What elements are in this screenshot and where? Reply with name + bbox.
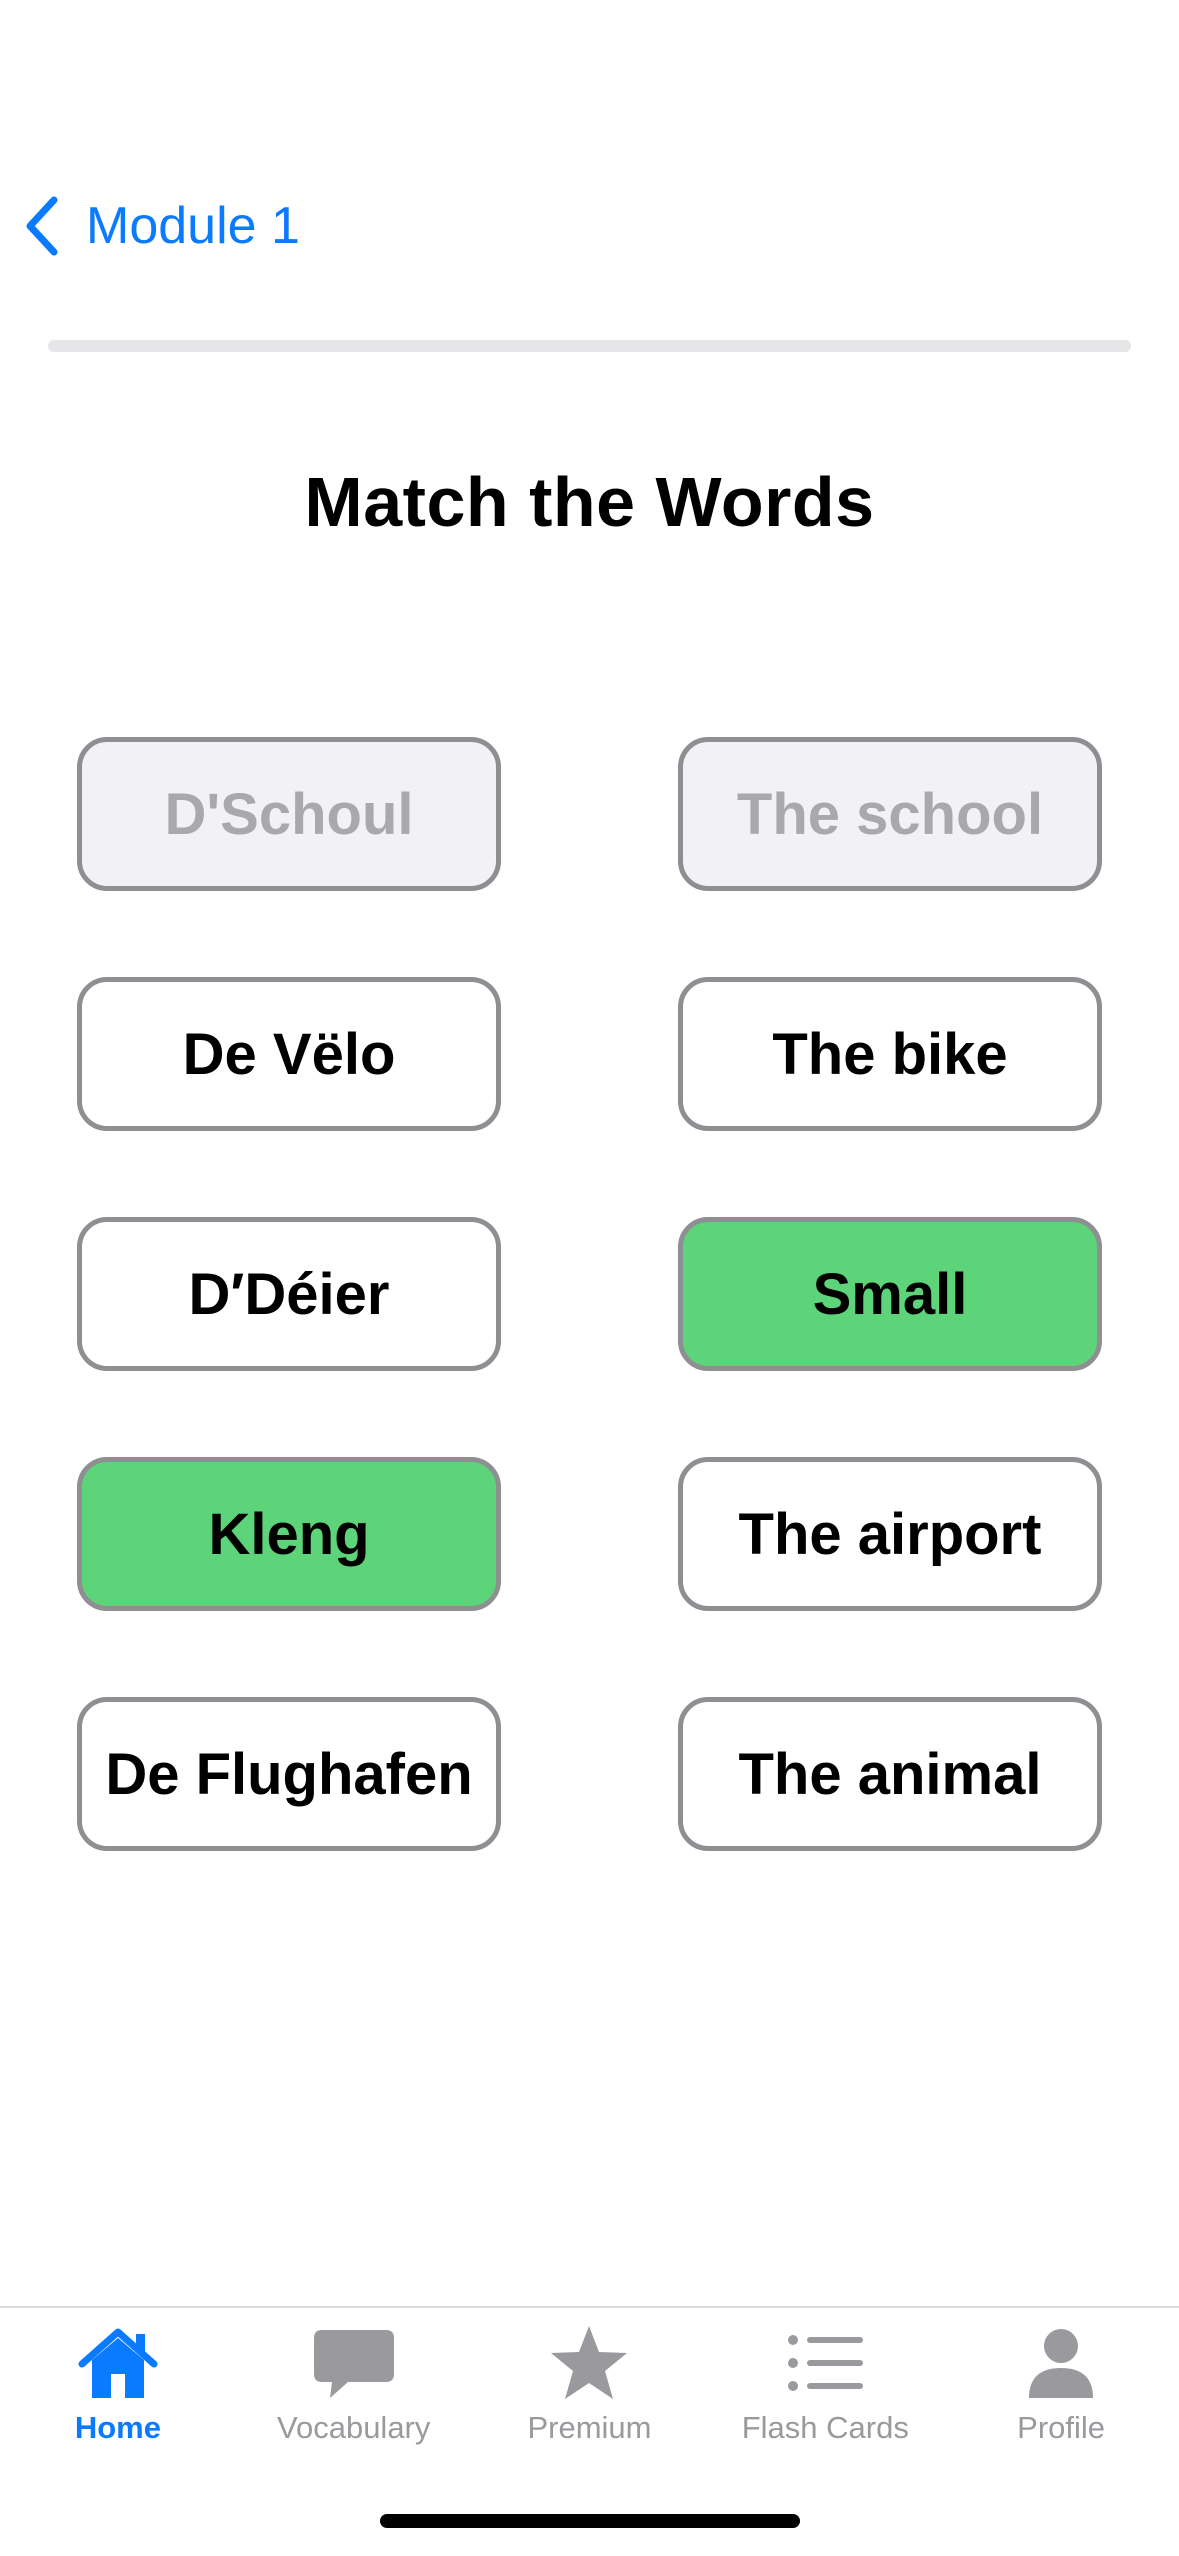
word-card-left-1[interactable]: D'Schoul bbox=[77, 737, 501, 891]
word-card-right-1[interactable]: The school bbox=[678, 737, 1102, 891]
tab-profile-label: Profile bbox=[1017, 2410, 1106, 2445]
person-icon bbox=[1019, 2324, 1103, 2402]
house-icon bbox=[76, 2324, 160, 2402]
tab-home-label: Home bbox=[74, 2410, 161, 2445]
tab-vocabulary[interactable]: Vocabulary bbox=[236, 2324, 472, 2474]
tab-home[interactable]: Home bbox=[0, 2324, 236, 2474]
tab-flash-cards[interactable]: Flash Cards bbox=[707, 2324, 943, 2474]
word-card-right-4[interactable]: The airport bbox=[678, 1457, 1102, 1611]
list-icon bbox=[783, 2324, 867, 2402]
word-card-right-2[interactable]: The bike bbox=[678, 977, 1102, 1131]
page-title: Match the Words bbox=[304, 463, 875, 541]
tab-flash-cards-label: Flash Cards bbox=[741, 2410, 909, 2445]
progress-bar bbox=[48, 340, 1131, 352]
tab-premium[interactable]: Premium bbox=[472, 2324, 708, 2474]
word-card-left-4[interactable]: Kleng bbox=[77, 1457, 501, 1611]
word-pairs-grid: D'Schoul The school De Vëlo The bike D′D… bbox=[77, 737, 1102, 1851]
word-card-left-2[interactable]: De Vëlo bbox=[77, 977, 501, 1131]
star-icon bbox=[547, 2324, 631, 2402]
tab-vocabulary-label: Vocabulary bbox=[277, 2410, 431, 2445]
chevron-left-icon bbox=[22, 194, 62, 258]
back-button-label: Module 1 bbox=[86, 197, 300, 255]
back-button[interactable]: Module 1 bbox=[22, 190, 300, 262]
tab-profile[interactable]: Profile bbox=[943, 2324, 1179, 2474]
home-indicator bbox=[380, 2514, 800, 2528]
word-card-left-5[interactable]: De Flughafen bbox=[77, 1697, 501, 1851]
tab-premium-label: Premium bbox=[527, 2410, 652, 2445]
word-card-right-5[interactable]: The animal bbox=[678, 1697, 1102, 1851]
word-card-left-3[interactable]: D′Déier bbox=[77, 1217, 501, 1371]
word-card-right-3[interactable]: Small bbox=[678, 1217, 1102, 1371]
match-words-screen: Module 1 Match the Words D'Schoul The sc… bbox=[0, 0, 1179, 2556]
speech-bubble-icon bbox=[312, 2324, 396, 2402]
